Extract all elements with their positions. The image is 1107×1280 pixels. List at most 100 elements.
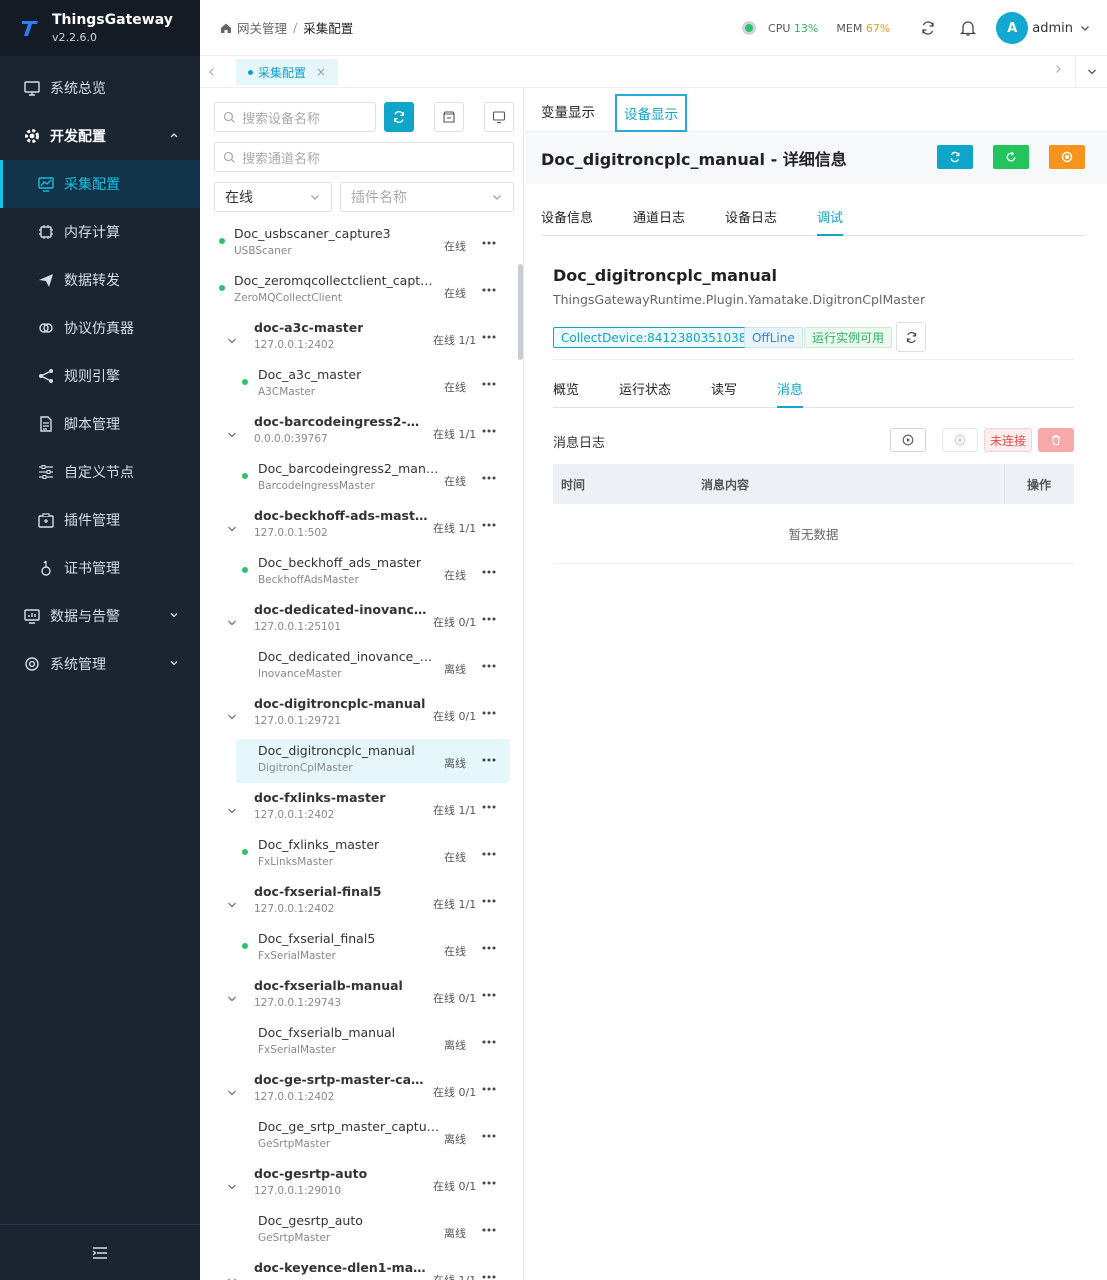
chevron-down-icon[interactable]: [227, 1088, 237, 1098]
device-row[interactable]: Doc_fxlinks_master FxLinksMaster 在线: [200, 835, 516, 882]
sidebar-item-protocol-simulator[interactable]: 协议仿真器: [0, 304, 200, 352]
more-icon[interactable]: [482, 1134, 496, 1138]
more-icon[interactable]: [482, 899, 496, 903]
refresh-button[interactable]: [908, 20, 948, 36]
more-icon[interactable]: [482, 852, 496, 856]
stop-device-button[interactable]: [1049, 145, 1085, 169]
more-icon[interactable]: [482, 523, 496, 527]
plugin-tree-button[interactable]: [434, 102, 464, 132]
refresh-detail-button[interactable]: [937, 145, 973, 169]
channel-row[interactable]: doc-gesrtp-auto 127.0.0.1:29010 在线 0/1: [200, 1164, 516, 1211]
device-row[interactable]: Doc_fxserialb_manual FxSerialMaster 离线: [200, 1023, 516, 1070]
tab-collect-config[interactable]: 采集配置 ×: [236, 59, 339, 85]
chevron-down-icon[interactable]: [227, 430, 237, 440]
more-icon[interactable]: [482, 335, 496, 339]
sidebar-item-custom-node[interactable]: 自定义节点: [0, 448, 200, 496]
device-tree-button[interactable]: [484, 102, 514, 132]
more-icon[interactable]: [482, 382, 496, 386]
more-icon[interactable]: [482, 946, 496, 950]
tab-run-status[interactable]: 运行状态: [619, 370, 671, 407]
clear-log-button[interactable]: [1038, 428, 1074, 452]
more-icon[interactable]: [482, 711, 496, 715]
app-logo[interactable]: ThingsGateway v2.2.6.0: [0, 0, 200, 56]
channel-row[interactable]: doc-keyence-dlen1-master-... 在线 1/1: [200, 1258, 516, 1280]
more-icon[interactable]: [482, 1087, 496, 1091]
tab-variable-view[interactable]: 变量显示: [541, 101, 595, 131]
tab-device-log[interactable]: 设备日志: [725, 198, 777, 235]
chevron-down-icon[interactable]: [227, 336, 237, 346]
device-row[interactable]: Doc_dedicated_inovance_ma... InovanceMast…: [200, 647, 516, 694]
username[interactable]: admin: [1032, 21, 1073, 36]
channel-row[interactable]: doc-beckhoff-ads-master 127.0.0.1:502 在线 1…: [200, 506, 516, 553]
plugin-select[interactable]: 插件名称: [340, 182, 514, 212]
tab-scroll-right-button[interactable]: [1053, 64, 1063, 74]
more-icon[interactable]: [482, 617, 496, 621]
sidebar-item-collect-config[interactable]: 采集配置: [0, 160, 200, 208]
status-select[interactable]: 在线: [214, 182, 332, 212]
more-icon[interactable]: [482, 288, 496, 292]
chevron-down-icon[interactable]: [227, 1276, 237, 1280]
sidebar-item-memory-calc[interactable]: 内存计算: [0, 208, 200, 256]
sidebar-item-cert-manage[interactable]: 证书管理: [0, 544, 200, 592]
sidebar-item-plugin-manage[interactable]: 插件管理: [0, 496, 200, 544]
refresh-status-button[interactable]: [896, 322, 926, 352]
chevron-down-icon[interactable]: [227, 712, 237, 722]
breadcrumb-root[interactable]: 网关管理: [237, 18, 287, 37]
chevron-down-icon[interactable]: [227, 994, 237, 1004]
channel-row[interactable]: doc-digitroncplc-manual 127.0.0.1:29721 在线…: [200, 694, 516, 741]
sidebar-item-data-alarm[interactable]: 数据与告警: [0, 592, 200, 640]
tab-overview[interactable]: 概览: [553, 370, 579, 407]
more-icon[interactable]: [482, 476, 496, 480]
more-icon[interactable]: [482, 429, 496, 433]
tab-message[interactable]: 消息: [777, 370, 804, 408]
device-row[interactable]: Doc_digitroncplc_manual DigitronCplMaster…: [200, 739, 516, 788]
tab-device-info[interactable]: 设备信息: [541, 198, 593, 235]
device-row[interactable]: Doc_gesrtp_auto GeSrtpMaster 离线: [200, 1211, 516, 1258]
device-row[interactable]: Doc_a3c_master A3CMaster 在线: [200, 365, 516, 412]
channel-row[interactable]: doc-fxserial-final5 127.0.0.1:2402 在线 1/1: [200, 882, 516, 929]
tab-device-view[interactable]: 设备显示: [615, 94, 687, 132]
chevron-down-icon[interactable]: [227, 806, 237, 816]
sidebar-item-system-manage[interactable]: 系统管理: [0, 640, 200, 688]
avatar[interactable]: A: [996, 12, 1029, 44]
chevron-down-icon[interactable]: [227, 900, 237, 910]
chevron-down-icon[interactable]: [1079, 22, 1091, 34]
device-row[interactable]: Doc_fxserial_final5 FxSerialMaster 在线: [200, 929, 516, 976]
refresh-tree-button[interactable]: [384, 102, 414, 132]
device-row[interactable]: Doc_beckhoff_ads_master BeckhoffAdsMaster…: [200, 553, 516, 600]
chevron-down-icon[interactable]: [227, 618, 237, 628]
channel-row[interactable]: doc-ge-srtp-master-capture4 127.0.0.1:240…: [200, 1070, 516, 1117]
notification-button[interactable]: [948, 19, 988, 37]
more-icon[interactable]: [482, 1228, 496, 1232]
more-icon[interactable]: [482, 1040, 496, 1044]
sidebar-collapse-button[interactable]: [0, 1224, 200, 1280]
sidebar-item-overview[interactable]: 系统总览: [0, 64, 200, 112]
channel-row[interactable]: doc-a3c-master 127.0.0.1:2402 在线 1/1: [200, 318, 516, 365]
tab-channel-log[interactable]: 通道日志: [633, 198, 685, 235]
sidebar-item-rule-engine[interactable]: 规则引擎: [0, 352, 200, 400]
channel-row[interactable]: doc-fxserialb-manual 127.0.0.1:29743 在线 0/…: [200, 976, 516, 1023]
tab-menu-button[interactable]: [1075, 56, 1107, 88]
tree-scrollbar[interactable]: [518, 264, 523, 360]
tab-close-button[interactable]: ×: [316, 65, 326, 79]
tab-debug[interactable]: 调试: [817, 198, 844, 236]
channel-row[interactable]: doc-barcodeingress2-manual 0.0.0.0:39767 在…: [200, 412, 516, 459]
more-icon[interactable]: [482, 570, 496, 574]
device-row[interactable]: Doc_ge_srtp_master_capture4 GeSrtpMaster 离…: [200, 1117, 516, 1164]
sidebar-item-script-manage[interactable]: 脚本管理: [0, 400, 200, 448]
search-device-input[interactable]: 搜索设备名称: [214, 102, 376, 132]
tab-scroll-left-button[interactable]: [200, 67, 224, 77]
more-icon[interactable]: [482, 805, 496, 809]
more-icon[interactable]: [482, 758, 496, 762]
chevron-down-icon[interactable]: [227, 524, 237, 534]
chevron-down-icon[interactable]: [227, 1182, 237, 1192]
pause-log-button[interactable]: [942, 428, 978, 452]
play-log-button[interactable]: [890, 428, 926, 452]
device-row[interactable]: Doc_barcodeingress2_manual BarcodeIngress…: [200, 459, 516, 506]
restart-device-button[interactable]: [993, 145, 1029, 169]
more-icon[interactable]: [482, 1275, 496, 1279]
search-channel-input[interactable]: 搜索通道名称: [214, 142, 514, 172]
sidebar-item-data-forward[interactable]: 数据转发: [0, 256, 200, 304]
tab-read-write[interactable]: 读写: [711, 370, 737, 407]
channel-row[interactable]: doc-dedicated-inovance-m... 127.0.0.1:251…: [200, 600, 516, 647]
